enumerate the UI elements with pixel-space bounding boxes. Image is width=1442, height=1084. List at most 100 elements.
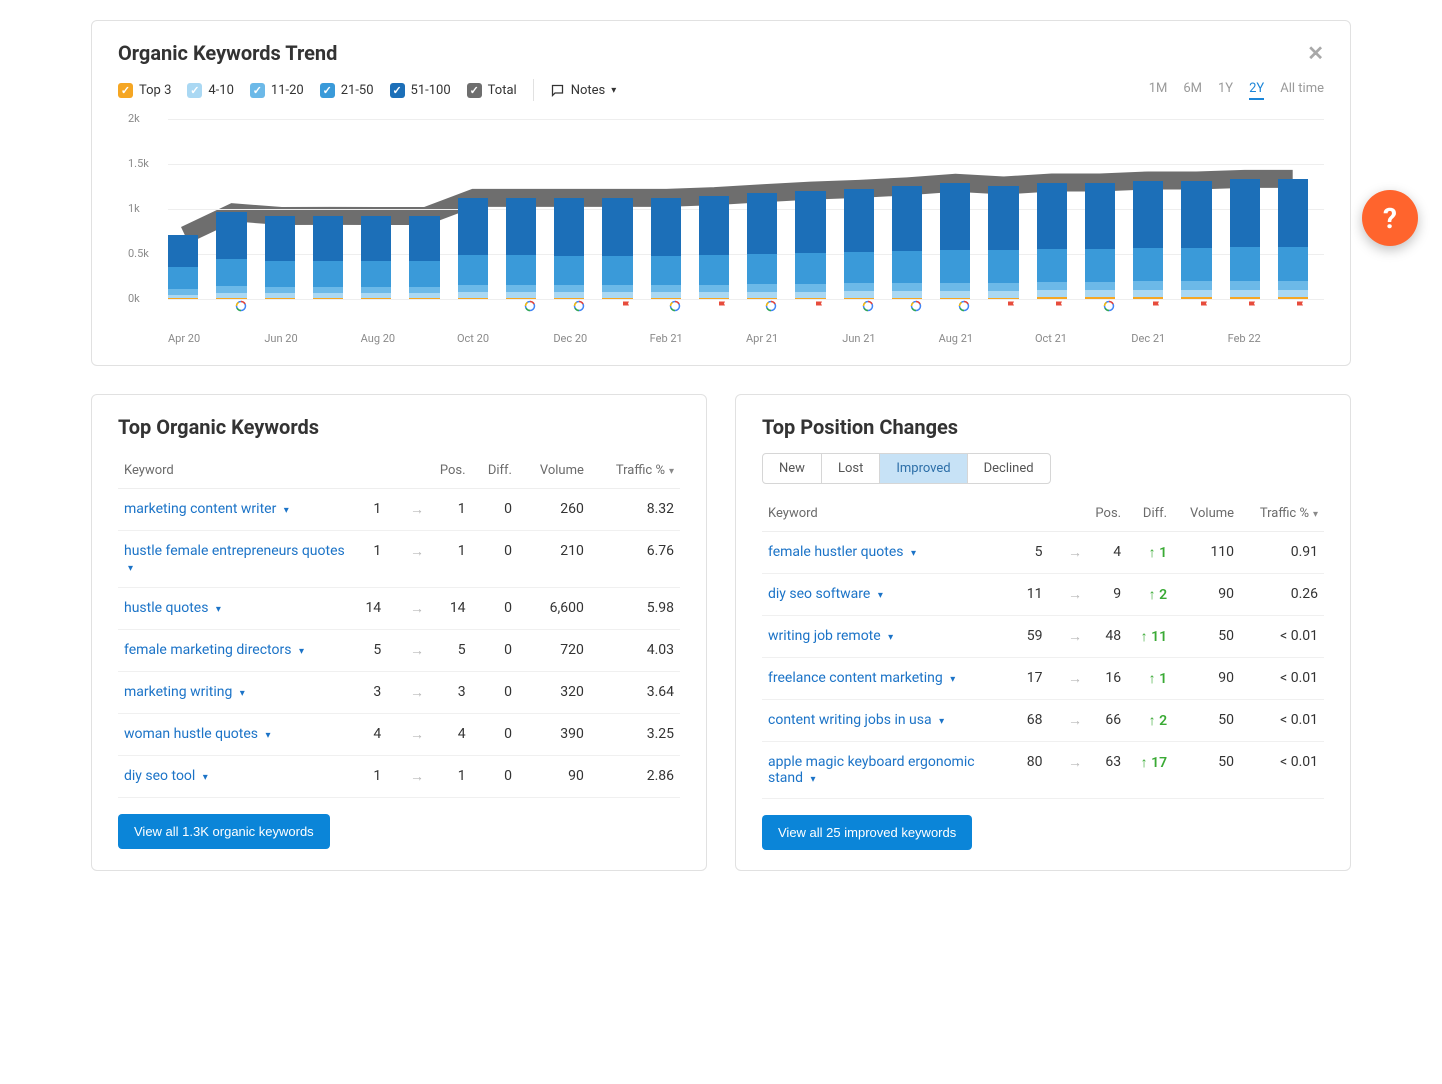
arrow-right-icon: → — [404, 769, 430, 785]
keyword-link[interactable]: woman hustle quotes ▾ — [124, 726, 271, 742]
bar-col[interactable] — [458, 119, 488, 299]
keyword-link[interactable]: writing job remote ▾ — [768, 628, 893, 644]
bar-col[interactable] — [892, 119, 922, 299]
changes-title: Top Position Changes — [762, 415, 1324, 439]
chart: 0k0.5k1k1.5k2k Apr 20Jun 20Aug 20Oct 20D… — [118, 119, 1324, 345]
arrow-right-icon: → — [404, 685, 430, 701]
bar-col[interactable] — [988, 119, 1018, 299]
col-keyword[interactable]: Keyword — [118, 453, 352, 489]
bar-col[interactable] — [602, 119, 632, 299]
bar-col[interactable] — [216, 119, 246, 299]
legend-21-50[interactable]: ✓21-50 — [320, 83, 374, 98]
legend-51-100[interactable]: ✓51-100 — [390, 83, 451, 98]
arrow-right-icon: → — [404, 544, 430, 560]
bar-col[interactable] — [651, 119, 681, 299]
range-1m[interactable]: 1M — [1149, 81, 1168, 100]
table-row: diy seo tool ▾1→10902.86 — [118, 756, 680, 798]
bar-col[interactable] — [1278, 119, 1308, 299]
help-button[interactable]: ? — [1362, 190, 1418, 246]
bar-col[interactable] — [1181, 119, 1211, 299]
tab-improved[interactable]: Improved — [880, 454, 967, 483]
arrow-right-icon: → — [1062, 755, 1088, 771]
divider — [533, 79, 534, 101]
col-pos[interactable]: Pos. — [1015, 496, 1127, 532]
keyword-link[interactable]: marketing writing ▾ — [124, 684, 245, 700]
arrow-up-icon: ↑ — [1141, 755, 1148, 771]
tab-declined[interactable]: Declined — [968, 454, 1050, 483]
keyword-link[interactable]: female hustler quotes ▾ — [768, 544, 916, 560]
bar-col[interactable] — [506, 119, 536, 299]
arrow-right-icon: → — [1062, 587, 1088, 603]
col-diff[interactable]: Diff. — [472, 453, 518, 489]
table-row: content writing jobs in usa ▾68→66↑ 250<… — [762, 700, 1324, 742]
table-row: hustle female entrepreneurs quotes ▾1→10… — [118, 531, 680, 588]
col-keyword[interactable]: Keyword — [762, 496, 1015, 532]
arrow-up-icon: ↑ — [1149, 713, 1156, 729]
range-1y[interactable]: 1Y — [1218, 81, 1233, 100]
table-row: apple magic keyboard ergonomic stand ▾80… — [762, 742, 1324, 799]
bar-col[interactable] — [844, 119, 874, 299]
range-2y[interactable]: 2Y — [1249, 81, 1264, 100]
col-vol[interactable]: Volume — [1173, 496, 1240, 532]
table-row: freelance content marketing ▾17→16↑ 190<… — [762, 658, 1324, 700]
close-icon[interactable]: ✕ — [1307, 41, 1324, 65]
view-all-organic-button[interactable]: View all 1.3K organic keywords — [118, 814, 330, 849]
legend-top3[interactable]: ✓Top 3 — [118, 83, 171, 98]
bar-col[interactable] — [699, 119, 729, 299]
legend-total[interactable]: ✓Total — [467, 83, 517, 98]
col-traffic[interactable]: Traffic %▾ — [1240, 496, 1324, 532]
col-traffic[interactable]: Traffic %▾ — [590, 453, 680, 489]
range-6m[interactable]: 6M — [1183, 81, 1202, 100]
bar-col[interactable] — [313, 119, 343, 299]
tab-new[interactable]: New — [763, 454, 822, 483]
bar-col[interactable] — [361, 119, 391, 299]
bar-col[interactable] — [265, 119, 295, 299]
keyword-link[interactable]: diy seo software ▾ — [768, 586, 883, 602]
keyword-link[interactable]: hustle quotes ▾ — [124, 600, 221, 616]
arrow-right-icon: → — [404, 727, 430, 743]
table-row: marketing content writer ▾1→102608.32 — [118, 489, 680, 531]
keyword-link[interactable]: marketing content writer ▾ — [124, 501, 289, 517]
keyword-link[interactable]: hustle female entrepreneurs quotes ▾ — [124, 543, 345, 575]
keyword-link[interactable]: content writing jobs in usa ▾ — [768, 712, 944, 728]
arrow-up-icon: ↑ — [1141, 629, 1148, 645]
organic-table: Keyword Pos. Diff. Volume Traffic %▾ mar… — [118, 453, 680, 798]
notes-dropdown[interactable]: Notes ▾ — [550, 83, 617, 98]
bar-col[interactable] — [409, 119, 439, 299]
range-all[interactable]: All time — [1280, 81, 1324, 100]
arrow-up-icon: ↑ — [1149, 587, 1156, 603]
bar-col[interactable] — [940, 119, 970, 299]
bar-col[interactable] — [747, 119, 777, 299]
col-diff[interactable]: Diff. — [1127, 496, 1173, 532]
table-row: female marketing directors ▾5→507204.03 — [118, 630, 680, 672]
arrow-right-icon: → — [404, 601, 430, 617]
legend-11-20[interactable]: ✓11-20 — [250, 83, 304, 98]
table-row: marketing writing ▾3→303203.64 — [118, 672, 680, 714]
changes-table: Keyword Pos. Diff. Volume Traffic %▾ fem… — [762, 496, 1324, 799]
bar-col[interactable] — [168, 119, 198, 299]
keyword-link[interactable]: diy seo tool ▾ — [124, 768, 208, 784]
bar-col[interactable] — [1133, 119, 1163, 299]
arrow-up-icon: ↑ — [1149, 671, 1156, 687]
bar-col[interactable] — [1037, 119, 1067, 299]
bar-col[interactable] — [554, 119, 584, 299]
view-all-improved-button[interactable]: View all 25 improved keywords — [762, 815, 972, 850]
tab-lost[interactable]: Lost — [822, 454, 880, 483]
arrow-right-icon: → — [1062, 671, 1088, 687]
bar-col[interactable] — [1230, 119, 1260, 299]
keyword-link[interactable]: female marketing directors ▾ — [124, 642, 304, 658]
table-row: writing job remote ▾59→48↑ 1150< 0.01 — [762, 616, 1324, 658]
legend-4-10[interactable]: ✓4-10 — [187, 83, 234, 98]
arrow-right-icon: → — [1062, 629, 1088, 645]
bar-col[interactable] — [1085, 119, 1115, 299]
table-row: hustle quotes ▾14→1406,6005.98 — [118, 588, 680, 630]
col-pos[interactable]: Pos. — [352, 453, 472, 489]
arrow-right-icon: → — [1062, 713, 1088, 729]
changes-tabs: New Lost Improved Declined — [762, 453, 1051, 484]
keyword-link[interactable]: freelance content marketing ▾ — [768, 670, 955, 686]
keyword-link[interactable]: apple magic keyboard ergonomic stand ▾ — [768, 754, 975, 786]
trend-toolbar: ✓Top 3 ✓4-10 ✓11-20 ✓21-50 ✓51-100 ✓Tota… — [118, 79, 1324, 101]
time-range: 1M 6M 1Y 2Y All time — [1149, 81, 1324, 100]
col-vol[interactable]: Volume — [518, 453, 590, 489]
bar-col[interactable] — [795, 119, 825, 299]
